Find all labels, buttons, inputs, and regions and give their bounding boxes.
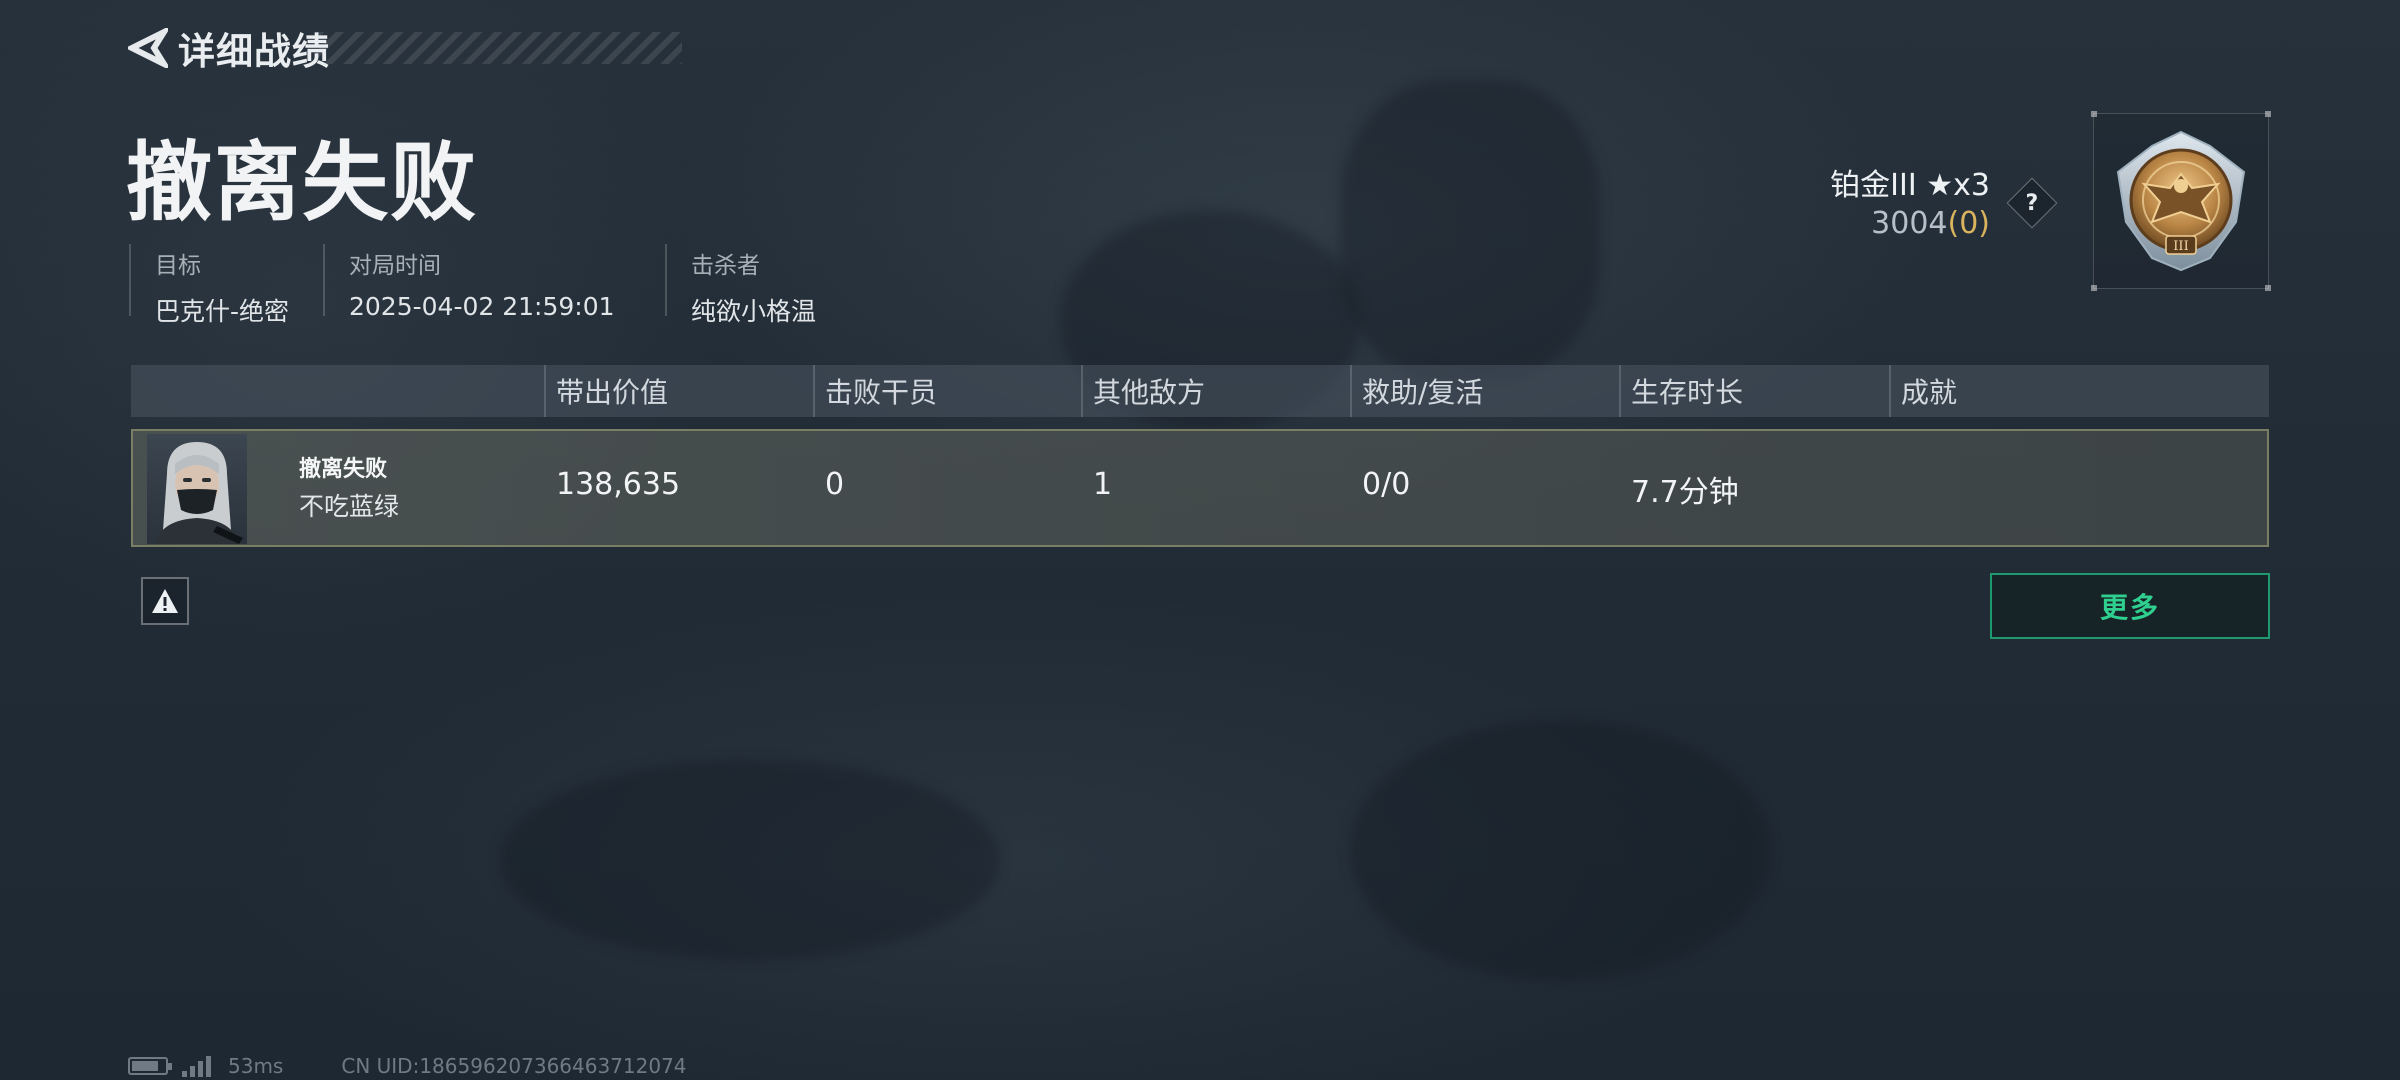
badge-corner	[2265, 285, 2271, 291]
rank-score-bonus: (0)	[1947, 206, 1991, 241]
column-header-extract-value: 带出价值	[544, 365, 668, 417]
status-bar: 53ms CN UID:186596207366463712074	[128, 1054, 687, 1078]
killer-value: 纯欲小格温	[691, 297, 817, 326]
signal-icon	[182, 1055, 214, 1077]
badge-corner	[2265, 111, 2271, 117]
column-header-assist-revive: 救助/复活	[1350, 365, 1483, 417]
badge-corner	[2091, 285, 2097, 291]
info-killer: 击杀者 纯欲小格温	[665, 244, 816, 326]
avatar[interactable]	[147, 434, 247, 544]
latency-text: 53ms	[228, 1054, 284, 1078]
column-header-survival-time: 生存时长	[1619, 365, 1743, 417]
header-stripes	[316, 32, 682, 64]
battery-icon	[128, 1057, 172, 1075]
rank-score-value: 3004	[1871, 206, 1948, 241]
back-button[interactable]	[126, 26, 170, 70]
cell-assist-revive: 0/0	[1362, 467, 1411, 502]
rank-help-button[interactable]: ?	[2006, 177, 2058, 229]
rank-score: 3004(0)	[1871, 206, 1990, 241]
match-time-value: 2025-04-02 21:59:01	[349, 292, 615, 321]
badge-corner	[2091, 111, 2097, 117]
match-time-label: 对局时间	[349, 253, 441, 279]
result-title: 撤离失败	[126, 133, 478, 233]
player-name: 不吃蓝绿	[299, 492, 400, 521]
operator-portrait-icon	[155, 442, 243, 544]
background-shape	[1350, 720, 1770, 980]
background-shape	[500, 760, 1000, 960]
table-header: 带出价值 击败干员 其他敌方 救助/复活 生存时长 成就	[131, 365, 2269, 417]
battery-fill	[132, 1061, 158, 1071]
help-icon: ?	[2025, 190, 2039, 216]
cell-survival-time: 7.7分钟	[1631, 475, 1739, 510]
header: 详细战绩	[126, 26, 682, 73]
back-arrow-icon	[128, 28, 168, 68]
player-status: 撤离失败	[299, 457, 388, 482]
badge-tier-text: III	[2173, 239, 2188, 254]
more-button[interactable]: 更多	[1990, 573, 2270, 639]
uid-text: CN UID:186596207366463712074	[341, 1054, 687, 1078]
column-header-operators-defeated: 击败干员	[813, 365, 937, 417]
cell-other-enemies: 1	[1093, 467, 1113, 502]
target-label: 目标	[155, 253, 201, 279]
column-header-other-enemies: 其他敌方	[1081, 365, 1205, 417]
target-value: 巴克什-绝密	[155, 297, 290, 326]
info-target: 目标 巴克什-绝密	[129, 244, 289, 326]
report-button[interactable]	[141, 577, 189, 625]
rank-name: 铂金III ★x3	[1830, 168, 1990, 203]
cell-extract-value: 138,635	[556, 467, 681, 502]
rank-badge[interactable]: III	[2091, 111, 2271, 291]
table-row[interactable]: 撤离失败 不吃蓝绿 138,635 0 1 0/0 7.7分钟	[131, 429, 2269, 547]
warning-icon	[152, 589, 178, 613]
background-shape	[1340, 80, 1600, 380]
info-match-time: 对局时间 2025-04-02 21:59:01	[323, 244, 615, 321]
page-title: 详细战绩	[178, 30, 330, 73]
column-header-achievement: 成就	[1889, 365, 1957, 417]
killer-label: 击杀者	[691, 253, 760, 279]
platinum-eagle-badge-icon: III	[2116, 130, 2246, 272]
cell-operators-defeated: 0	[825, 467, 845, 502]
